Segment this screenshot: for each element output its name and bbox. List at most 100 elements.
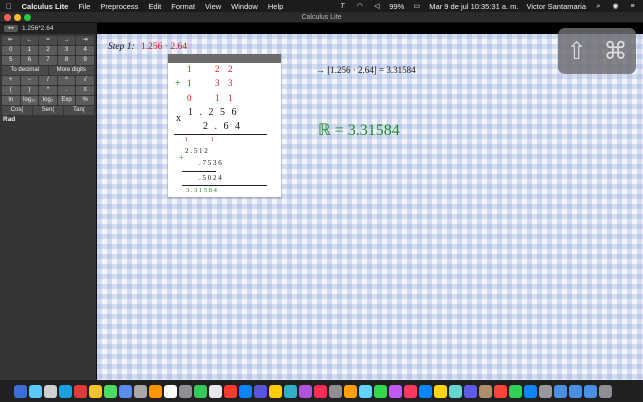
open-paren-key[interactable]: ( [2,86,20,95]
shift-key-icon[interactable]: ⇧ [566,37,586,66]
menu-format[interactable]: Format [171,2,195,11]
dock-app-icon[interactable] [59,384,72,398]
dock-app-icon[interactable] [389,384,402,398]
dock-app-icon[interactable] [284,384,297,398]
tan-key[interactable]: Tan( [64,106,94,115]
left-arrow-key[interactable]: ← [20,36,39,45]
minimize-window-button[interactable] [14,14,21,21]
expression-input[interactable]: 1.256*2.64 [22,25,53,32]
menu-file[interactable]: File [78,2,90,11]
digit-6-key[interactable]: 6 [20,56,39,65]
dock-app-icon[interactable] [584,384,597,398]
dock-app-icon[interactable] [29,384,42,398]
digit-3-key[interactable]: 3 [57,46,76,55]
ln-key[interactable]: ln [2,96,20,105]
close-paren-key[interactable]: ) [20,86,39,95]
dock-app-icon[interactable] [14,384,27,398]
dock-app-icon[interactable] [554,384,567,398]
home-key[interactable]: ⇤ [2,36,20,45]
dock-app-icon[interactable] [194,384,207,398]
volume-icon[interactable]: ◁ [372,3,381,10]
dock-app-icon[interactable] [524,384,537,398]
log10-key[interactable]: log₁₀ [20,96,39,105]
percent-key[interactable]: % [76,96,94,105]
plus-key[interactable]: + [2,76,20,85]
dock-app-icon[interactable] [569,384,582,398]
dock-app-icon[interactable] [134,384,147,398]
notification-center-icon[interactable]: ≡ [628,3,637,10]
battery-icon[interactable]: ▭ [412,3,421,10]
dock-app-icon[interactable] [314,384,327,398]
dock-app-icon[interactable] [404,384,417,398]
end-key[interactable]: ⇥ [76,36,94,45]
spotlight-search-icon[interactable]: ⌕ [594,3,603,10]
digit-7-key[interactable]: 7 [39,56,57,65]
more-digits-button[interactable]: More digits [48,66,94,75]
menu-window[interactable]: Window [231,2,258,11]
cos-key[interactable]: Cos( [2,106,32,115]
equiv-key[interactable]: ≡ [76,86,94,95]
command-key-icon[interactable]: ⌘ [604,37,628,66]
menubar-datetime[interactable]: Mar 9 de jul 10:35:31 a. m. [429,2,518,11]
dock-app-icon[interactable] [299,384,312,398]
dock-app-icon[interactable] [254,384,267,398]
equals-key[interactable]: = [39,36,57,45]
sqrt-key[interactable]: √ [76,76,94,85]
menu-preprocess[interactable]: Preprocess [100,2,138,11]
worksheet-canvas[interactable]: Step 1: 1.256 · 2.64 1 2 2 + 1 3 3 0 1 1… [97,28,643,380]
dock-app-icon[interactable] [329,384,342,398]
sin-key[interactable]: Sen( [33,106,63,115]
dock-app-icon[interactable] [464,384,477,398]
dock-app-icon[interactable] [89,384,102,398]
right-arrow-key[interactable]: → [57,36,76,45]
menu-app-name[interactable]: Calculus Lite [22,2,69,11]
dock-app-icon[interactable] [434,384,447,398]
zoom-window-button[interactable] [24,14,31,21]
dock-app-icon[interactable] [599,384,612,398]
dock-app-icon[interactable] [494,384,507,398]
wifi-icon[interactable]: ◠ [355,3,364,10]
dock-app-icon[interactable] [479,384,492,398]
dock-app-icon[interactable] [179,384,192,398]
menu-help[interactable]: Help [268,2,283,11]
menu-edit[interactable]: Edit [148,2,161,11]
dock-app-icon[interactable] [209,384,222,398]
dock-app-icon[interactable] [119,384,132,398]
digit-0-key[interactable]: 0 [2,46,20,55]
dock-app-icon[interactable] [44,384,57,398]
dock-app-icon[interactable] [239,384,252,398]
exp-key[interactable]: Exp [57,96,76,105]
multiply-key[interactable]: * [39,86,57,95]
digit-2-key[interactable]: 2 [39,46,57,55]
dock-app-icon[interactable] [419,384,432,398]
dock-app-icon[interactable] [74,384,87,398]
dock-app-icon[interactable] [269,384,282,398]
dock-app-icon[interactable] [164,384,177,398]
digit-9-key[interactable]: 9 [76,56,94,65]
minus-key[interactable]: − [20,76,39,85]
dock-app-icon[interactable] [374,384,387,398]
dock-app-icon[interactable] [359,384,372,398]
dock-app-icon[interactable] [104,384,117,398]
text-cursor-icon[interactable]: 𝑇 [338,3,347,10]
to-decimal-button[interactable]: To decimal [2,66,48,75]
dock-app-icon[interactable] [224,384,237,398]
dock-app-icon[interactable] [149,384,162,398]
close-window-button[interactable] [4,14,11,21]
digit-8-key[interactable]: 8 [57,56,76,65]
log2-key[interactable]: log₂ [39,96,57,105]
dock-app-icon[interactable] [449,384,462,398]
menu-view[interactable]: View [205,2,221,11]
dock-app-icon[interactable] [539,384,552,398]
decimal-point-key[interactable]: . [57,86,76,95]
digit-5-key[interactable]: 5 [2,56,20,65]
menubar-user[interactable]: Victor Santamaria [527,2,586,11]
dock-app-icon[interactable] [509,384,522,398]
power-key[interactable]: ^ [57,76,76,85]
siri-icon[interactable]: ◉ [611,3,620,10]
digit-4-key[interactable]: 4 [76,46,94,55]
apple-icon[interactable]:  [6,2,12,11]
navigation-segment-button[interactable]: ◂ ▸ [4,25,18,32]
digit-1-key[interactable]: 1 [20,46,39,55]
keyboard-shortcut-overlay[interactable]: ⇧ ⌘ [558,28,636,74]
